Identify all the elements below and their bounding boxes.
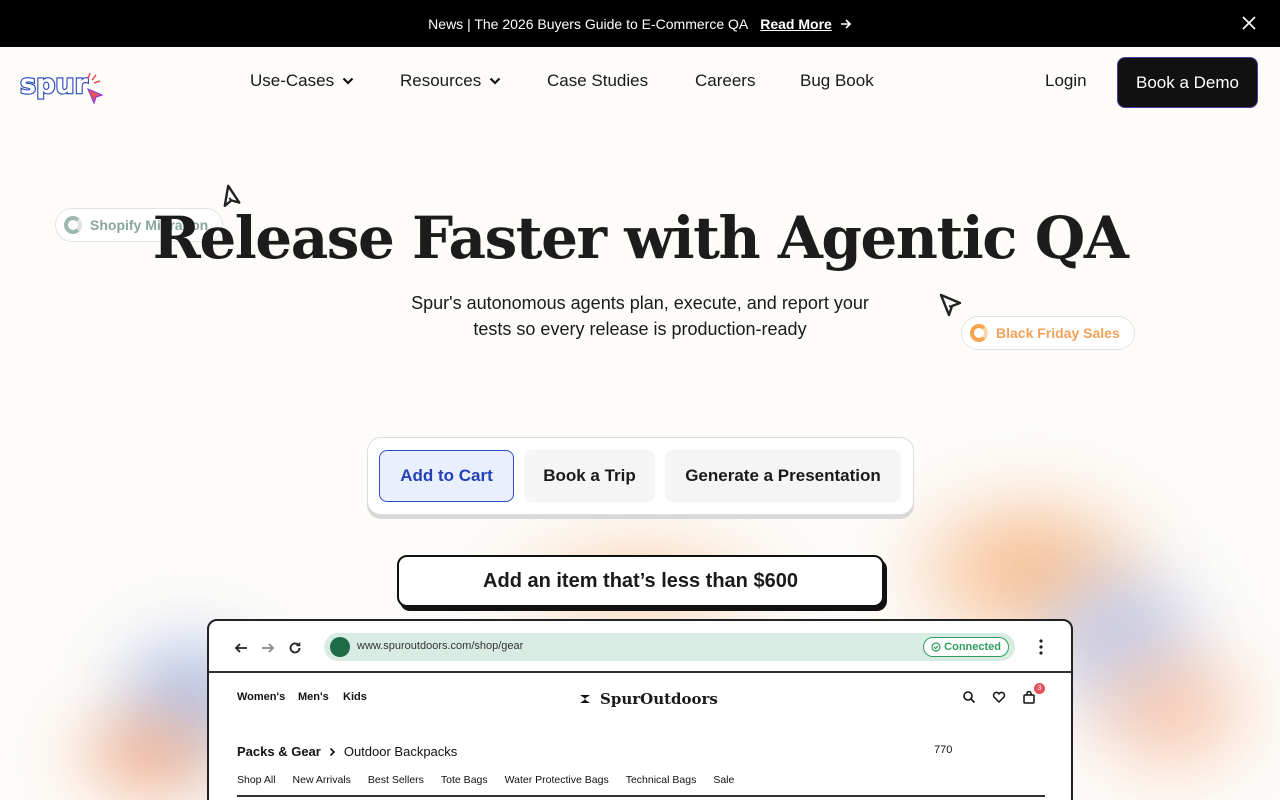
- category-best-sellers[interactable]: Best Sellers: [368, 774, 424, 786]
- close-icon[interactable]: [1240, 14, 1258, 32]
- read-more-label: Read More: [760, 15, 832, 32]
- tab-book-a-trip[interactable]: Book a Trip: [524, 450, 655, 502]
- agent-prompt-card: Add an item that’s less than $600: [397, 555, 884, 607]
- category-sale[interactable]: Sale: [713, 774, 734, 786]
- search-icon[interactable]: [962, 690, 976, 704]
- hero-subtitle: Spur's autonomous agents plan, execute, …: [340, 290, 940, 342]
- category-bar: Shop All New Arrivals Best Sellers Tote …: [237, 774, 734, 786]
- heart-icon[interactable]: [992, 690, 1006, 704]
- url-bar[interactable]: www.spuroutdoors.com/shop/gear Connected: [324, 633, 1015, 661]
- site-favicon-icon: [330, 637, 350, 657]
- store-logo[interactable]: SpurOutdoors: [578, 690, 718, 708]
- connected-label: Connected: [944, 641, 1001, 653]
- connected-badge: Connected: [923, 637, 1009, 657]
- breadcrumb-current: Outdoor Backpacks: [343, 744, 458, 759]
- spur-mark-icon: [580, 695, 590, 703]
- announcement-bar: News | The 2026 Buyers Guide to E-Commer…: [0, 0, 1280, 47]
- shopping-bag-icon[interactable]: [1022, 690, 1036, 704]
- tab-generate-presentation[interactable]: Generate a Presentation: [665, 450, 901, 502]
- bg-blob-peach-right: [1060, 620, 1280, 800]
- browser-toolbar: www.spuroutdoors.com/shop/gear Connected: [209, 621, 1071, 673]
- book-demo-button[interactable]: Book a Demo: [1117, 57, 1258, 108]
- breadcrumb: Packs & Gear Outdoor Backpacks: [237, 744, 457, 759]
- category-water-protective-bags[interactable]: Water Protective Bags: [505, 774, 609, 786]
- cart-count-badge: 3: [1034, 683, 1045, 694]
- black-friday-label: Black Friday Sales: [996, 325, 1120, 341]
- breadcrumb-parent[interactable]: Packs & Gear: [237, 744, 321, 759]
- nav-resources[interactable]: Resources: [400, 71, 501, 91]
- store-name: SpurOutdoors: [600, 690, 718, 708]
- hero-title: Release Faster with Agentic QA: [152, 204, 1129, 272]
- use-case-tabs: Add to Cart Book a Trip Generate a Prese…: [367, 437, 914, 515]
- nav-bug-book[interactable]: Bug Book: [800, 71, 874, 91]
- announcement-text: News | The 2026 Buyers Guide to E-Commer…: [428, 15, 749, 32]
- category-new-arrivals[interactable]: New Arrivals: [293, 774, 351, 786]
- nav-careers[interactable]: Careers: [695, 71, 755, 91]
- reload-icon[interactable]: [288, 641, 302, 655]
- store-nav-womens[interactable]: Women's: [237, 691, 285, 703]
- category-technical-bags[interactable]: Technical Bags: [626, 774, 697, 786]
- browser-mockup: www.spuroutdoors.com/shop/gear Connected…: [207, 619, 1073, 800]
- hero-subtitle-line-1: Spur's autonomous agents plan, execute, …: [411, 293, 869, 313]
- category-tote-bags[interactable]: Tote Bags: [441, 774, 488, 786]
- url-text: www.spuroutdoors.com/shop/gear: [357, 640, 524, 652]
- main-nav: spur Use-Cases Resources Case Studies Ca…: [0, 47, 1280, 117]
- back-arrow-icon[interactable]: [234, 641, 248, 655]
- svg-text:spur: spur: [20, 69, 89, 100]
- nav-resources-label: Resources: [400, 71, 482, 90]
- store-nav-mens[interactable]: Men's: [298, 691, 329, 703]
- nav-use-cases[interactable]: Use-Cases: [250, 71, 354, 91]
- cursor-icon: [939, 293, 962, 317]
- category-shop-all[interactable]: Shop All: [237, 774, 276, 786]
- hero-subtitle-line-2: tests so every release is production-rea…: [473, 319, 807, 339]
- nav-case-studies[interactable]: Case Studies: [547, 71, 648, 91]
- nav-careers-label: Careers: [695, 71, 756, 90]
- read-more-link[interactable]: Read More: [760, 16, 852, 32]
- chevron-right-icon: [329, 747, 335, 756]
- chevron-down-icon: [489, 77, 501, 85]
- nav-use-cases-label: Use-Cases: [250, 71, 335, 90]
- spinner-icon: [970, 324, 988, 342]
- black-friday-pill: Black Friday Sales: [961, 316, 1135, 350]
- spur-logo[interactable]: spur: [20, 67, 106, 107]
- store-nav-kids[interactable]: Kids: [343, 691, 367, 703]
- category-divider: [237, 795, 1045, 797]
- nav-bug-book-label: Bug Book: [800, 71, 874, 90]
- check-circle-icon: [931, 642, 941, 652]
- forward-arrow-icon[interactable]: [261, 641, 275, 655]
- tab-add-to-cart[interactable]: Add to Cart: [379, 450, 514, 502]
- nav-case-studies-label: Case Studies: [547, 71, 649, 90]
- chevron-down-icon: [342, 77, 354, 85]
- arrow-right-icon: [840, 18, 851, 29]
- kebab-menu-icon[interactable]: [1039, 639, 1043, 655]
- login-link[interactable]: Login: [1045, 71, 1087, 91]
- item-count: 770: [934, 744, 953, 756]
